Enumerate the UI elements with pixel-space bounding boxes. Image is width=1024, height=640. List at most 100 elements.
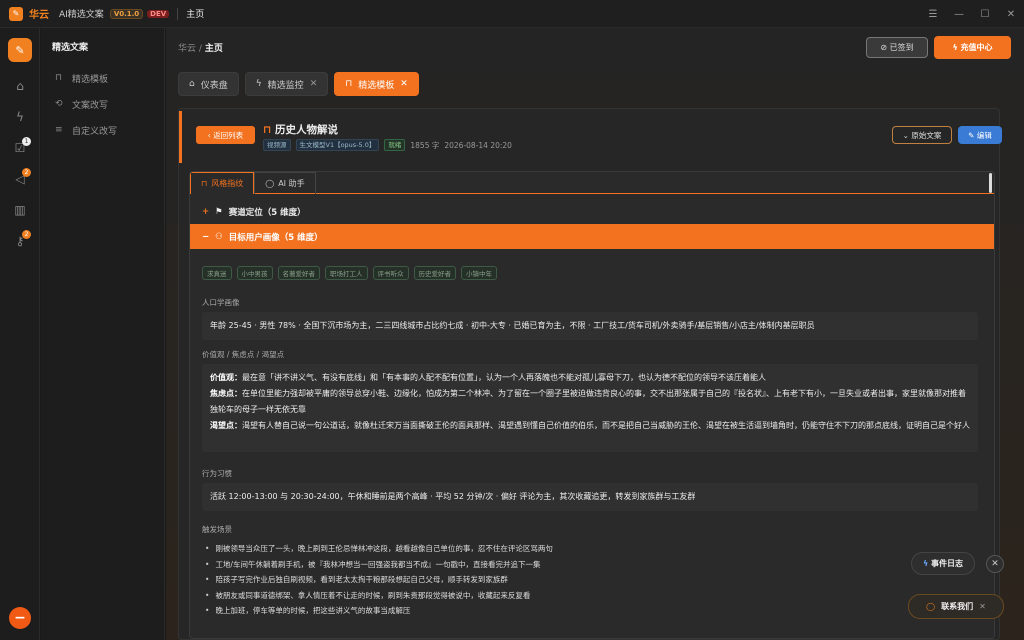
- chart-icon[interactable]: ▥: [0, 194, 40, 225]
- app-name: AI精选文案: [59, 10, 104, 20]
- chip: 小镇中年: [461, 266, 497, 280]
- original-text-button[interactable]: ⌄ 原始文案: [892, 126, 952, 144]
- tab-label: 精选模板: [358, 80, 395, 91]
- sidebar-item-label: 精选模板: [72, 74, 109, 85]
- notice-badge: 2: [22, 168, 31, 177]
- source-tag: 视频源: [263, 139, 291, 151]
- edit-label: 编辑: [976, 130, 992, 140]
- minimize-button[interactable]: —: [946, 0, 972, 28]
- bookmark-icon: ⊓: [345, 79, 353, 89]
- inner-tabs: ⊓ 风格指纹 ◯ AI 助手: [190, 172, 994, 194]
- bookmark-icon: ⊓: [201, 179, 208, 188]
- event-log-button[interactable]: ϟ 事件日志: [911, 552, 975, 575]
- signed-button[interactable]: ⊘ 已签到: [866, 37, 928, 58]
- habit-box: 活跃 12:00-13:00 与 20:30-24:00，午休和睡前是两个高峰 …: [202, 483, 978, 511]
- sidebar-item-label: 自定义改写: [72, 126, 118, 137]
- close-icon[interactable]: ✕: [310, 79, 318, 89]
- contact-button[interactable]: ◯ 联系我们 ✕: [908, 594, 1004, 619]
- tab-style-fingerprint[interactable]: ⊓ 风格指纹: [190, 172, 255, 194]
- close-icon[interactable]: ✕: [979, 602, 986, 611]
- values-key: 价值观：: [210, 373, 242, 382]
- chip: 求真迷: [202, 266, 232, 280]
- menu-icon[interactable]: ☰: [920, 0, 946, 28]
- page-tabs: ⌂ 仪表盘 ϟ 精选监控 ✕ ⊓ 精选模板 ✕: [178, 72, 419, 96]
- sidebar-item-rewrite[interactable]: ⟲ 文案改写: [41, 91, 164, 117]
- sidebar-item-templates[interactable]: ⊓ 精选模板: [41, 65, 164, 91]
- key-icon[interactable]: ⚷ 2: [0, 225, 40, 256]
- sidebar-item-label: 文案改写: [72, 100, 109, 111]
- tab-label: 精选监控: [267, 80, 304, 91]
- tab-label: 仪表盘: [200, 80, 228, 91]
- tab-monitor[interactable]: ϟ 精选监控 ✕: [244, 72, 329, 96]
- maximize-button[interactable]: ☐: [972, 0, 998, 28]
- tab-templates[interactable]: ⊓ 精选模板 ✕: [334, 72, 419, 96]
- back-button[interactable]: ‹ 返回列表: [196, 126, 255, 144]
- values-box: 价值观：最在意「讲不讲义气、有没有底线」和「有本事的人配不配有位置」，认为一个人…: [202, 364, 978, 452]
- publish-icon[interactable]: ☑ 1: [0, 132, 40, 163]
- values-row: 价值观：最在意「讲不讲义气、有没有底线」和「有本事的人配不配有位置」，认为一个人…: [210, 370, 970, 386]
- breadcrumb-root[interactable]: 华云: [178, 44, 196, 54]
- status-badge: 就绪: [384, 139, 406, 151]
- app-logo: ✎: [9, 6, 23, 21]
- back-label: 返回列表: [213, 130, 244, 140]
- chip: 历史爱好者: [413, 266, 456, 280]
- chat-icon: ◯: [926, 602, 936, 611]
- anxiety-text: 在单位里能力强却被平庸的领导总穿小鞋、边缘化，怕成为第二个林冲、为了留在一个圈子…: [210, 389, 966, 414]
- tab-ai-assistant[interactable]: ◯ AI 助手: [254, 172, 316, 194]
- publish-badge: 1: [22, 137, 31, 146]
- bolt-icon: ϟ: [255, 79, 262, 89]
- megaphone-icon[interactable]: ◁ 2: [0, 163, 40, 194]
- users-icon: ⚇: [215, 231, 223, 242]
- edit-button[interactable]: ✎ 编辑: [958, 126, 1002, 144]
- env-badge: DEV: [147, 9, 170, 18]
- title-bar: ✎ 华云 AI精选文案 V0.1.0 DEV 主页 ☰ — ☐ ✕: [0, 0, 1024, 28]
- app-home-icon[interactable]: ✎: [8, 38, 32, 62]
- values-label: 价值观 / 焦虑点 / 渴望点: [202, 350, 285, 359]
- section-title: 赛道定位（5 维度）: [228, 207, 306, 218]
- word-count: 1855 字: [410, 140, 440, 150]
- list-item: 陪孩子写完作业后独自刷视频，看到老太太掏干粮那段想起自己父母，顺手转发到家族群: [202, 572, 972, 588]
- breadcrumb-sep: /: [198, 44, 202, 54]
- close-button[interactable]: ✕: [998, 0, 1024, 28]
- chip: 评书听众: [372, 266, 409, 280]
- scrollbar[interactable]: [989, 173, 992, 193]
- section-persona[interactable]: − ⚇ 目标用户画像（5 维度）: [190, 224, 994, 249]
- icon-rail: ✎ ⌂ ϟ ☑ 1 ◁ 2 ▥ ⚷ 2 −: [0, 28, 40, 640]
- home-icon: ⌂: [189, 79, 195, 89]
- template-header: ‹ 返回列表 ⊓ 历史人物解说 视频源 生文模型V1【opus-5.0】 就绪 …: [179, 111, 1002, 163]
- window-controls: ☰ — ☐ ✕: [920, 0, 1024, 28]
- bookmark-icon: ⊓: [263, 124, 276, 136]
- tab-dashboard[interactable]: ⌂ 仪表盘: [178, 72, 239, 96]
- version-badge: V0.1.0: [109, 8, 144, 19]
- trigger-label: 触发场景: [202, 525, 232, 534]
- event-log-label: 事件日志: [931, 559, 964, 568]
- sidebar-item-custom[interactable]: ≡ 自定义改写: [41, 117, 164, 143]
- tag-chips: 求真迷 小中男孩 名著爱好者 职场打工人 评书听众 历史爱好者 小镇中年: [202, 266, 497, 280]
- collapse-button[interactable]: −: [9, 607, 31, 629]
- template-title: ⊓ 历史人物解说: [263, 122, 338, 137]
- section-title: 目标用户画像（5 维度）: [228, 232, 323, 243]
- demographics-box: 年龄 25-45 · 男性 78% · 全国下沉市场为主，二三四线城市占比约七成…: [202, 312, 978, 340]
- minus-icon: −: [202, 231, 210, 242]
- check-circle-icon: ⊘: [880, 43, 890, 52]
- desire-text: 渴望有人替自己说一句公道话，就像杜迁宋万当面撕破王伦的面具那样、渴望遇到懂自己价…: [242, 421, 970, 430]
- list-item: 被朋友或同事道德绑架、拿人情压着不让走的时候，刷到朱贵那段觉得被说中，收藏起来反…: [202, 588, 972, 604]
- close-icon[interactable]: ✕: [400, 79, 408, 89]
- chip: 名著爱好者: [277, 266, 320, 280]
- bolt-icon: ϟ: [922, 559, 932, 568]
- close-icon[interactable]: ✕: [986, 555, 1004, 573]
- sliders-icon: ≡: [55, 125, 63, 135]
- home-icon[interactable]: ⌂: [0, 70, 40, 101]
- desire-key: 渴望点：: [210, 421, 242, 430]
- fingerprint-panel: ⊓ 风格指纹 ◯ AI 助手 + ⚑ 赛道定位（5 维度） − ⚇ 目标用户画像（5 维度）…: [189, 171, 995, 639]
- trigger-list: 刚被领导当众压了一头，晚上刷到王伦忌惮林冲这段，越看越像自己单位的事，忍不住在评…: [202, 541, 972, 619]
- timestamp: 2026-08-14 20:20: [444, 140, 512, 150]
- desire-row: 渴望点：渴望有人替自己说一句公道话，就像杜迁宋万当面撕破王伦的面具那样、渴望遇到…: [210, 418, 970, 434]
- chat-icon: ◯: [265, 179, 275, 188]
- bolt-icon[interactable]: ϟ: [0, 101, 40, 132]
- recharge-button[interactable]: ϟ 充值中心: [934, 36, 1011, 59]
- section-track[interactable]: + ⚑ 赛道定位（5 维度）: [190, 199, 994, 224]
- signed-label: 已签到: [889, 43, 914, 52]
- window-page-title: 主页: [186, 10, 205, 20]
- list-item: 晚上加班，停车等单的时候，把这些讲义气的故事当成解压: [202, 603, 972, 619]
